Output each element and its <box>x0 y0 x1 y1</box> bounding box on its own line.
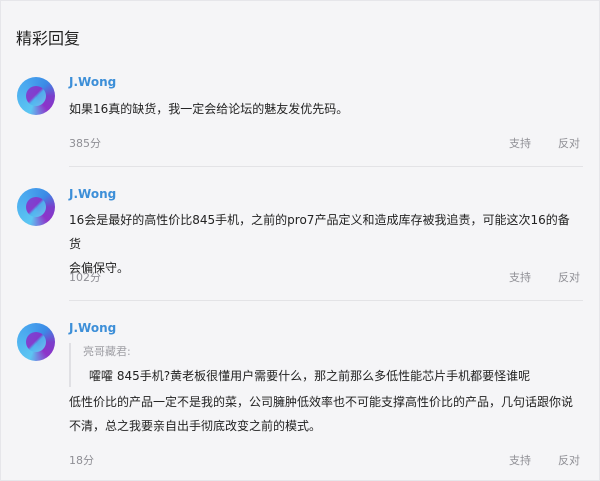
reply-content-line: 低性价比的产品一定不是我的菜，公司臃肿低效率也不可能支撑高性价比的产品，几句话跟… <box>69 395 574 409</box>
support-button[interactable]: 支持 <box>509 452 531 468</box>
support-button[interactable]: 支持 <box>509 269 531 285</box>
reply-score: 102分 <box>69 271 101 284</box>
reply-content-line: 不清，总之我要亲自出手彻底改变之前的模式。 <box>69 419 322 433</box>
oppose-button[interactable]: 反对 <box>558 135 580 151</box>
reply-content: 低性价比的产品一定不是我的菜，公司臃肿低效率也不可能支撑高性价比的产品，几句话跟… <box>69 390 579 438</box>
divider <box>69 166 583 167</box>
section-title: 精彩回复 <box>16 29 81 48</box>
reply-content-line: 16会是最好的高性价比845手机，之前的pro7产品定义和造成库存被我追责，可能… <box>69 213 570 251</box>
reply-content-line: 会偏保守。 <box>69 261 130 275</box>
oppose-button[interactable]: 反对 <box>558 269 580 285</box>
quoted-reply: 亮哥藏君: 嚯嚯 845手机?黄老板很懂用户需要什么，那之前那么多低性能芯片手机… <box>69 343 569 387</box>
oppose-button[interactable]: 反对 <box>558 452 580 468</box>
username-link[interactable]: J.Wong <box>69 75 116 89</box>
support-button[interactable]: 支持 <box>509 135 531 151</box>
quote-author: 亮哥藏君: <box>83 345 131 358</box>
reply-content: 16会是最好的高性价比845手机，之前的pro7产品定义和造成库存被我追责，可能… <box>69 208 579 280</box>
avatar[interactable] <box>17 188 55 226</box>
username-link[interactable]: J.Wong <box>69 187 116 201</box>
reply-score: 385分 <box>69 137 101 150</box>
avatar[interactable] <box>17 77 55 115</box>
reply-score: 18分 <box>69 454 94 467</box>
replies-panel: 精彩回复 J.Wong 如果16真的缺货，我一定会给论坛的魅友发优先码。 385… <box>0 0 600 481</box>
quote-text: 嚯嚯 845手机?黄老板很懂用户需要什么，那之前那么多低性能芯片手机都要怪谁呢 <box>89 369 531 383</box>
username-link[interactable]: J.Wong <box>69 321 116 335</box>
divider <box>69 300 583 301</box>
avatar[interactable] <box>17 323 55 361</box>
reply-content: 如果16真的缺货，我一定会给论坛的魅友发优先码。 <box>69 102 349 116</box>
